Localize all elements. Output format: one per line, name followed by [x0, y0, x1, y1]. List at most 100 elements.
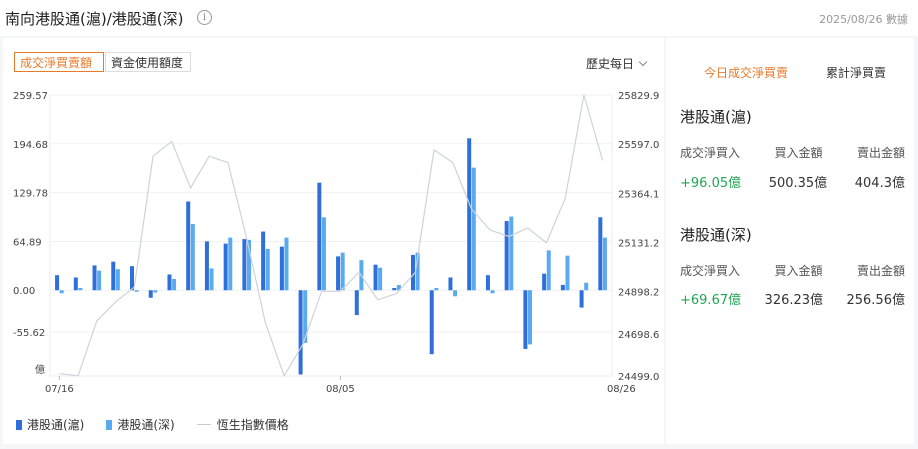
bar-sh	[279, 246, 284, 291]
summary-panel: 今日成交淨買賣 累計淨買賣 港股通(滬) 成交淨買入 買入金額 賣出金額 +96…	[666, 38, 914, 444]
x-tick-label: 08/05	[326, 384, 355, 395]
legend-item-sz[interactable]: 港股通(深)	[106, 416, 175, 433]
buy-amount-value: 500.35億	[768, 176, 828, 191]
tab-today-net[interactable]: 今日成交淨買賣	[704, 64, 788, 81]
legend-label-index: 恆生指數價格	[216, 418, 289, 432]
bar-sz	[321, 217, 326, 291]
legend-label-sz: 港股通(深)	[117, 418, 175, 432]
section-title-sh: 港股通(滬)	[680, 108, 752, 126]
column-labels-sz: 成交淨買入 買入金額 賣出金額	[680, 262, 905, 279]
col-sell-label: 賣出金額	[856, 146, 905, 160]
legend-label-sh: 港股通(滬)	[27, 418, 85, 432]
bar-sh	[523, 290, 528, 349]
bar-sz	[509, 216, 514, 291]
values-sh: +96.05億 500.35億 404.3億	[680, 172, 905, 191]
bar-sh	[92, 265, 97, 291]
bar-sz	[565, 255, 570, 291]
bar-sh	[560, 284, 565, 291]
left-tick-label: 259.57	[13, 91, 48, 102]
left-tick-label: 0.00	[13, 286, 35, 297]
right-tick-label: 24499.0	[618, 372, 659, 383]
bar-sz	[602, 237, 607, 291]
left-tick-label: 194.68	[13, 140, 48, 151]
bar-sh	[598, 217, 603, 291]
legend-item-index[interactable]: 恆生指數價格	[196, 416, 289, 433]
bar-sz	[434, 287, 439, 291]
bar-sh	[317, 182, 322, 291]
bar-sh	[130, 266, 134, 291]
chart-legend: 港股通(滬) 港股通(深) 恆生指數價格	[16, 416, 311, 433]
bar-sh	[261, 231, 266, 291]
bar-sz	[97, 270, 102, 291]
col-sell-label: 賣出金額	[856, 264, 905, 278]
bar-sz	[153, 290, 158, 293]
page-title: 南向港股通(滬)/港股通(深)	[5, 10, 184, 28]
right-tick-label: 25597.0	[618, 140, 659, 151]
bar-sh	[579, 290, 584, 308]
bar-sz	[209, 268, 214, 291]
bar-sz	[490, 290, 495, 294]
buy-amount-value: 326.23億	[764, 293, 824, 308]
right-tick-label: 25829.9	[618, 91, 659, 102]
bar-sh	[242, 239, 247, 291]
legend-item-sh[interactable]: 港股通(滬)	[16, 416, 84, 433]
data-date: 2025/08/26 數據	[819, 13, 908, 26]
col-net-label: 成交淨買入	[680, 146, 741, 160]
bar-sh	[204, 241, 209, 291]
bar-sh	[373, 264, 378, 291]
right-tick-label: 25131.2	[618, 239, 659, 250]
bar-sz	[172, 278, 177, 291]
bar-sz	[546, 250, 551, 291]
bar-sz	[190, 224, 195, 291]
values-sz: +69.67億 326.23億 256.56億	[680, 289, 905, 308]
col-buy-label: 買入金額	[774, 264, 823, 278]
bar-sh	[55, 275, 60, 291]
bar-sh	[504, 221, 509, 291]
bar-sh	[354, 290, 359, 316]
bar-sz	[228, 237, 233, 291]
legend-swatch-sz	[106, 419, 113, 430]
info-icon[interactable]: i	[197, 10, 212, 25]
x-tick-label: 07/16	[45, 384, 74, 395]
sell-amount-value: 404.3億	[854, 176, 905, 191]
bar-sh	[298, 290, 303, 375]
right-tick-label: 24898.2	[618, 288, 659, 299]
col-buy-label: 買入金額	[774, 146, 823, 160]
net-buy-value: +69.67億	[680, 293, 742, 308]
right-tick-label: 25364.1	[618, 189, 659, 200]
right-tick-label: 24698.6	[618, 330, 659, 341]
plot-frame	[49, 94, 613, 377]
top-bar: 南向港股通(滬)/港股通(深) i 2025/08/26 數據	[0, 0, 918, 36]
bar-sz	[528, 290, 532, 345]
bar-sz	[59, 290, 64, 294]
bar-sz	[453, 290, 458, 297]
column-labels-sh: 成交淨買入 買入金額 賣出金額	[680, 144, 905, 161]
tab-cumulative-net[interactable]: 累計淨買賣	[826, 64, 886, 81]
bar-sz	[78, 287, 83, 291]
bar-sh	[392, 287, 397, 291]
bar-sh	[542, 273, 547, 291]
bar-sh	[485, 275, 490, 291]
flow-chart: 259.57 194.68 129.78 64.89 0.00 -55.62 億 25829.…	[13, 91, 659, 395]
bar-sh	[448, 277, 453, 291]
bar-sh	[73, 277, 78, 291]
x-tick-label: 08/26	[607, 384, 636, 395]
left-tick-label: 129.78	[13, 189, 48, 200]
bar-sh	[148, 290, 153, 298]
bar-sz	[284, 237, 289, 291]
bar-sh	[429, 290, 434, 355]
chart-panel: 成交淨買賣額 資金使用額度 歷史每日 259.57 194.68 129.78 64.…	[3, 38, 664, 444]
bar-sh	[111, 261, 116, 291]
bar-sh	[186, 201, 191, 291]
left-tick-label: -55.62	[13, 328, 45, 339]
bar-sh	[467, 138, 472, 291]
bar-sz	[265, 248, 270, 291]
legend-swatch-sh	[16, 419, 22, 430]
bar-sh	[167, 274, 172, 291]
sell-amount-value: 256.56億	[846, 293, 905, 308]
bar-sz	[340, 252, 345, 291]
bar-sz	[134, 290, 139, 292]
section-title-sz: 港股通(深)	[680, 226, 752, 244]
left-unit-label: 億	[35, 363, 45, 376]
left-tick-label: 64.89	[13, 237, 42, 248]
